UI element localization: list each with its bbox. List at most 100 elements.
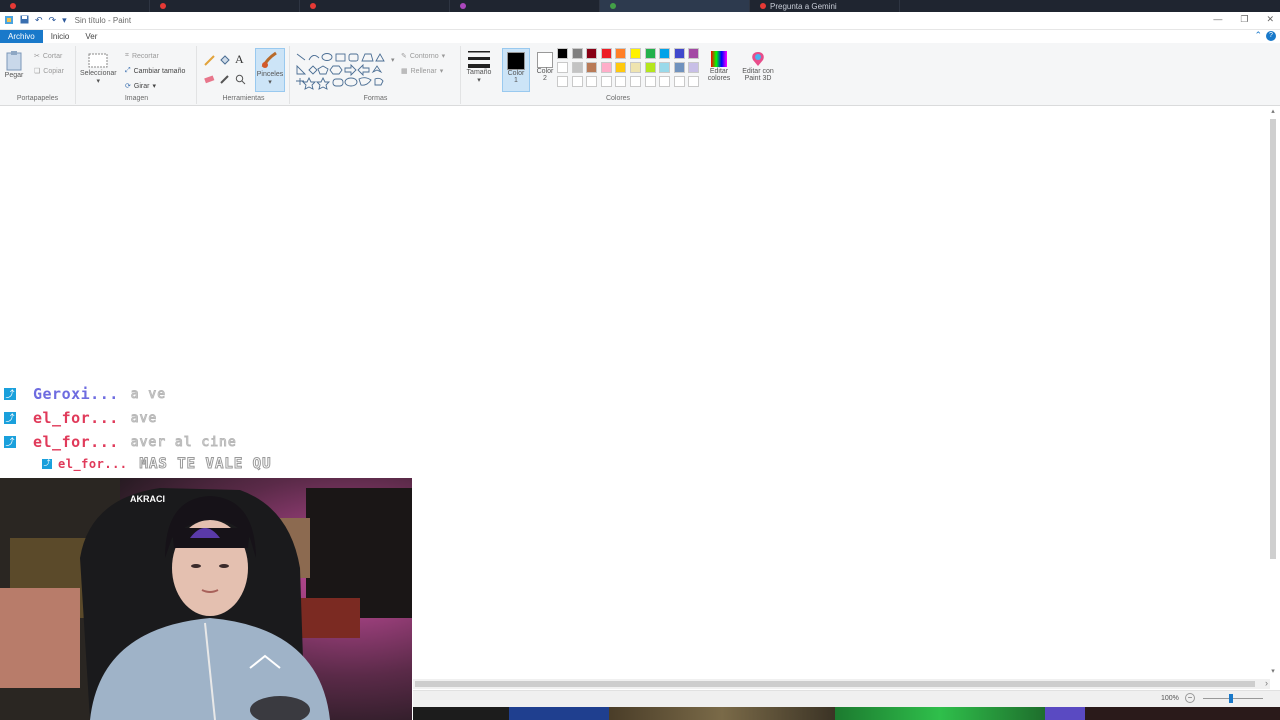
horizontal-scrollbar[interactable]: › [413, 678, 1270, 689]
zoom-out-button[interactable]: − [1185, 693, 1195, 703]
scroll-right-icon[interactable]: › [1265, 678, 1268, 688]
palette-swatch[interactable] [629, 62, 641, 73]
cut-button[interactable]: ✂ Cortar [34, 52, 62, 61]
copy-button[interactable]: ❏ Copiar [34, 67, 64, 76]
tab-inicio[interactable]: Inicio [43, 30, 78, 43]
palette-swatch[interactable] [659, 76, 671, 87]
shapes-gallery[interactable] [295, 52, 391, 92]
palette-swatch[interactable] [673, 76, 685, 87]
scissors-icon: ✂ [34, 53, 40, 60]
color1-button[interactable]: Color 1 [502, 48, 530, 92]
palette-swatch[interactable] [571, 76, 583, 87]
help-icon[interactable]: ? [1266, 31, 1276, 41]
palette-swatch[interactable] [571, 48, 583, 59]
title-bar: ↶ ↷ ▾ Sin título - Paint — ❐ ✕ [0, 12, 1280, 30]
vertical-scrollbar[interactable]: ▴ ▾ [1269, 107, 1277, 675]
palette-swatch[interactable] [615, 62, 627, 73]
image-group: Seleccionar ▾ ⌗ Recortar ⤢ Cambiar tamaño … [77, 46, 197, 104]
palette-swatch[interactable] [629, 76, 641, 87]
chevron-down-icon: ▾ [96, 78, 101, 85]
tab-favicon-icon [10, 3, 16, 9]
undo-icon[interactable]: ↶ [35, 15, 43, 26]
palette-swatch[interactable] [629, 48, 641, 59]
palette-swatch[interactable] [673, 48, 685, 59]
palette-swatch[interactable] [557, 62, 568, 73]
chat-username: el_for... [33, 409, 119, 427]
palette-swatch[interactable] [615, 48, 627, 59]
palette-swatch[interactable] [673, 62, 685, 73]
tab-favicon-icon [760, 3, 766, 9]
edit-colors-label: Editar [709, 68, 729, 75]
rotate-button[interactable]: ⟳ Girar ▾ [125, 82, 156, 91]
zoom-slider-thumb[interactable] [1229, 694, 1233, 703]
fill-bucket-icon[interactable] [219, 55, 230, 68]
redo-icon[interactable]: ↷ [49, 15, 57, 26]
zoom-slider-track[interactable] [1203, 698, 1263, 699]
palette-swatch[interactable] [586, 48, 598, 59]
color2-button[interactable]: Color 2 [531, 48, 559, 92]
browser-tab[interactable] [0, 0, 150, 12]
qat-customize-icon[interactable]: ▾ [62, 15, 67, 26]
brush-icon [261, 51, 277, 68]
ribbon-collapse-icon[interactable]: ⌃ [1254, 30, 1262, 41]
browser-tab[interactable] [300, 0, 450, 12]
palette-swatch[interactable] [600, 62, 612, 73]
thumbnail [509, 707, 609, 720]
zoom-level: 100% [1161, 695, 1179, 702]
palette-swatch[interactable] [644, 76, 656, 87]
browser-tab[interactable] [450, 0, 600, 12]
edit-colors-button[interactable]: Editar colores [704, 50, 734, 82]
palette-swatch[interactable] [659, 48, 671, 59]
palette-swatch[interactable] [615, 76, 627, 87]
fill-icon: ▦ [401, 68, 408, 75]
paste-button[interactable]: Pegar [4, 50, 24, 79]
palette-swatch[interactable] [557, 48, 568, 59]
image-group-label: Imagen [124, 95, 149, 102]
resize-button[interactable]: ⤢ Cambiar tamaño [125, 67, 185, 75]
palette-swatch[interactable] [688, 62, 700, 73]
horizontal-scroll-thumb[interactable] [415, 681, 1255, 687]
shapes-scroll-icon[interactable]: ▾ [391, 56, 395, 64]
scroll-up-icon[interactable]: ▴ [1269, 107, 1277, 115]
palette-swatch[interactable] [644, 48, 656, 59]
color-picker-icon[interactable] [219, 74, 230, 87]
browser-tab-label: Pregunta a Gemini [770, 1, 837, 11]
minimize-button[interactable]: — [1213, 14, 1222, 25]
vertical-scroll-thumb[interactable] [1270, 119, 1276, 559]
palette-swatch[interactable] [688, 76, 700, 87]
fill-button[interactable]: ▦ Rellenar ▾ [401, 67, 443, 76]
palette-swatch[interactable] [557, 76, 568, 87]
pencil-icon[interactable] [204, 55, 215, 68]
select-button[interactable]: Seleccionar ▾ [80, 52, 117, 85]
palette-swatch[interactable] [600, 76, 612, 87]
eraser-icon[interactable] [204, 75, 215, 86]
palette-swatch[interactable] [659, 62, 671, 73]
browser-tab[interactable] [150, 0, 300, 12]
color-spectrum-icon [711, 51, 727, 67]
chat-text: ave [130, 410, 158, 426]
thumbnail [835, 707, 1045, 720]
palette-swatch[interactable] [586, 62, 598, 73]
palette-swatch[interactable] [571, 62, 583, 73]
palette-swatch[interactable] [600, 48, 612, 59]
paint3d-button[interactable]: Editar con Paint 3D [738, 50, 778, 82]
brushes-button[interactable]: Pinceles ▾ [255, 48, 285, 92]
color2-num: 2 [543, 75, 547, 82]
outline-button[interactable]: ✎ Contorno ▾ [401, 52, 445, 61]
palette-swatch[interactable] [688, 48, 700, 59]
close-button[interactable]: ✕ [1266, 14, 1274, 25]
magnifier-icon[interactable] [235, 74, 246, 87]
palette-swatch[interactable] [644, 62, 656, 73]
palette-swatch[interactable] [586, 76, 598, 87]
browser-tab[interactable] [600, 0, 750, 12]
browser-tab[interactable]: Pregunta a Gemini [750, 0, 900, 12]
scroll-down-icon[interactable]: ▾ [1269, 667, 1277, 675]
crop-button[interactable]: ⌗ Recortar [125, 52, 159, 60]
save-icon[interactable] [20, 15, 29, 26]
tab-ver[interactable]: Ver [77, 30, 105, 43]
tab-archivo[interactable]: Archivo [0, 30, 43, 43]
size-button[interactable]: Tamaño ▾ [464, 49, 494, 84]
text-tool-icon[interactable]: A [235, 52, 244, 67]
maximize-button[interactable]: ❐ [1240, 14, 1248, 25]
clipboard-group-label: Portapapeles [16, 95, 59, 102]
